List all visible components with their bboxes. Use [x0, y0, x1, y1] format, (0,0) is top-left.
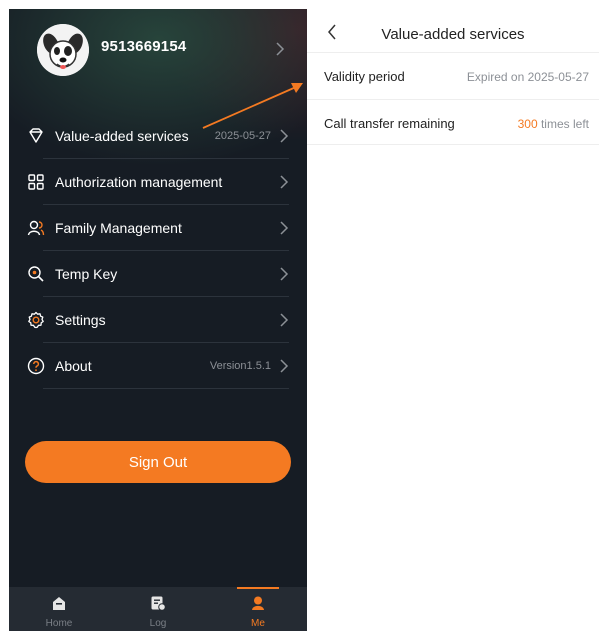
grid-icon: [27, 173, 45, 191]
expiry-date: 2025-05-27: [214, 130, 271, 142]
home-icon: [51, 595, 67, 611]
menu-item-label: Authorization management: [55, 174, 223, 190]
validity-label: Validity period: [324, 69, 405, 84]
app-version: Version1.5.1: [209, 360, 271, 372]
menu-item-label: Family Management: [55, 220, 182, 236]
chevron-right-icon: [279, 313, 289, 332]
divider: [43, 388, 289, 389]
chevron-right-icon: [279, 129, 289, 148]
sign-out-button[interactable]: Sign Out: [25, 441, 291, 483]
tab-label: Me: [251, 618, 265, 629]
menu-item-value-added-services[interactable]: Value-added services 2025-05-27: [27, 113, 289, 159]
value-added-services-page: Value-added services Validity period Exp…: [307, 0, 599, 631]
call-transfer-row: Call transfer remaining 300 times left: [307, 100, 599, 146]
log-icon: [150, 595, 166, 611]
call-transfer-label: Call transfer remaining: [324, 116, 455, 131]
chevron-right-icon: [279, 267, 289, 286]
menu-item-family-management[interactable]: Family Management: [27, 205, 289, 251]
diamond-icon: [27, 127, 45, 145]
username: 9513669154: [101, 38, 187, 55]
menu-item-label: Temp Key: [55, 266, 118, 282]
bottom-tab-bar: Home Log Me: [9, 587, 307, 631]
tab-log[interactable]: Log: [128, 587, 188, 631]
call-transfer-count: 300: [517, 117, 538, 131]
menu-item-label: About: [55, 358, 92, 374]
chevron-right-icon: [275, 42, 285, 56]
call-transfer-value: 300 times left: [518, 117, 589, 131]
nav-header: Value-added services: [307, 0, 599, 50]
profile-header[interactable]: 9513669154: [9, 9, 307, 89]
menu-item-settings[interactable]: Settings: [27, 297, 289, 343]
menu-item-temp-key[interactable]: Temp Key: [27, 251, 289, 297]
question-icon: [27, 357, 45, 375]
call-transfer-suffix: times left: [537, 117, 589, 131]
menu-item-label: Settings: [55, 312, 106, 328]
people-icon: [27, 219, 45, 237]
tab-label: Home: [45, 618, 73, 629]
chevron-right-icon: [279, 221, 289, 240]
key-search-icon: [27, 265, 45, 283]
gear-icon: [27, 311, 45, 329]
validity-value: Expired on 2025-05-27: [466, 70, 589, 84]
menu-item-authorization-management[interactable]: Authorization management: [27, 159, 289, 205]
me-panel: 9513669154 Value-added services 2025-05-…: [9, 9, 307, 631]
person-icon: [250, 595, 266, 611]
menu-item-about[interactable]: About Version1.5.1: [27, 343, 289, 389]
page-title: Value-added services: [381, 26, 525, 43]
menu-item-label: Value-added services: [55, 128, 189, 144]
chevron-right-icon: [279, 359, 289, 378]
tab-home[interactable]: Home: [29, 587, 89, 631]
active-tab-indicator: [237, 587, 279, 589]
validity-period-row: Validity period Expired on 2025-05-27: [307, 53, 599, 99]
tab-me[interactable]: Me: [228, 587, 288, 631]
avatar[interactable]: [37, 24, 89, 76]
tab-label: Log: [149, 618, 167, 629]
chevron-right-icon: [279, 175, 289, 194]
divider: [307, 144, 599, 145]
